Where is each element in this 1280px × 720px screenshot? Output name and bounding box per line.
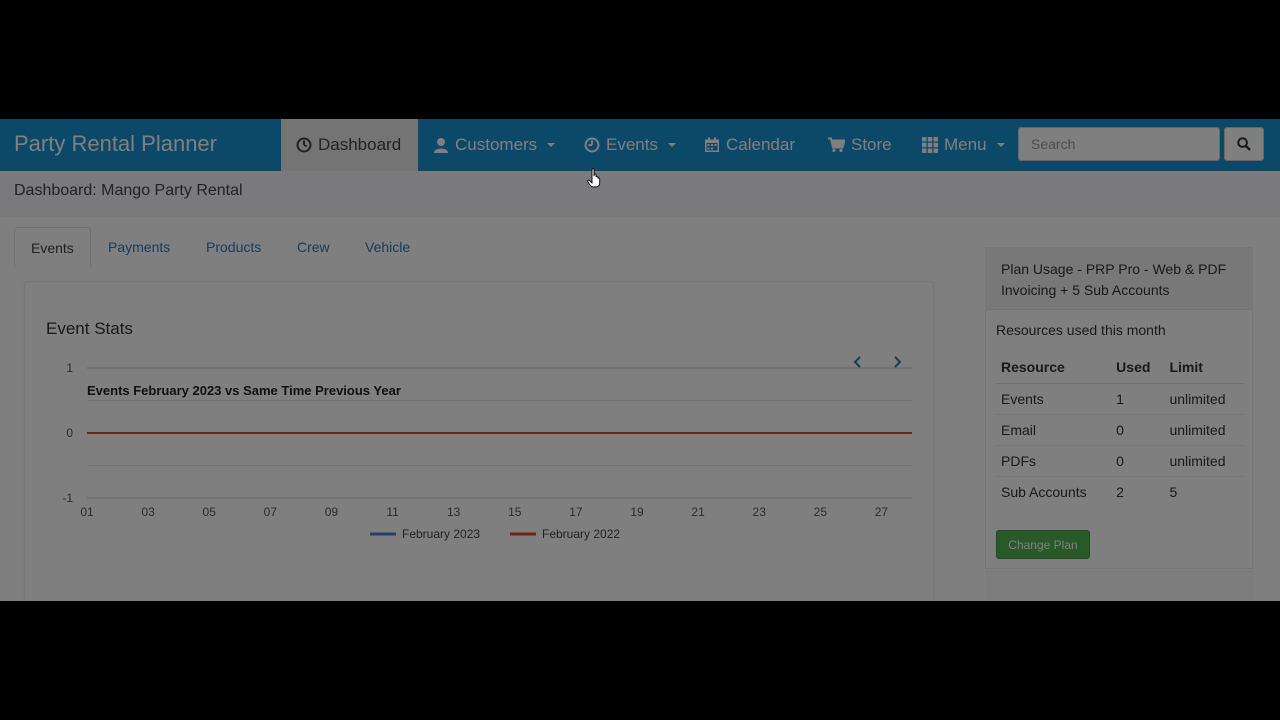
x-tick-label: 21 [691, 505, 705, 519]
resource-cell: PDFs [996, 444, 1112, 476]
dashboard-icon [296, 137, 312, 153]
hand-cursor-icon [587, 168, 601, 188]
x-tick-label: 01 [80, 505, 94, 519]
used-cell: 2 [1111, 475, 1165, 507]
used-cell: 1 [1111, 382, 1165, 414]
brand-logo-text[interactable]: Party Rental Planner [14, 131, 217, 157]
limit-cell: 5 [1164, 475, 1244, 507]
page-title: Dashboard: Mango Party Rental [14, 182, 243, 199]
cart-icon [828, 137, 845, 153]
usage-table: Resource Used Limit Events 1 unlimited E… [996, 352, 1244, 507]
resource-cell: Email [996, 413, 1112, 445]
nav-dashboard[interactable]: Dashboard [281, 119, 418, 171]
next-panel-edge [985, 571, 1253, 601]
plan-usage-panel: Plan Usage - PRP Pro - Web & PDF Invoici… [985, 247, 1253, 569]
top-navbar: Party Rental Planner Dashboard Customers… [0, 119, 1280, 171]
nav-customers[interactable]: Customers [433, 119, 556, 171]
x-tick-label: 03 [141, 505, 155, 519]
y-tick-label: 1 [66, 361, 73, 375]
table-row: Email 0 unlimited [996, 413, 1244, 445]
x-tick-label: 17 [569, 505, 583, 519]
nav-store[interactable]: Store [828, 119, 892, 171]
nav-calendar[interactable]: Calendar [704, 119, 795, 171]
usage-table-header-row: Resource Used Limit [996, 352, 1244, 384]
nav-store-label: Store [851, 135, 892, 154]
x-tick-label: 25 [814, 505, 828, 519]
limit-cell: unlimited [1164, 413, 1244, 445]
x-tick-label: 23 [753, 505, 767, 519]
event-stats-panel: Event Stats Events February 2023 vs Same… [24, 281, 934, 601]
tab-payments[interactable]: Payments [92, 227, 186, 267]
x-tick-label: 11 [386, 505, 399, 519]
tab-products[interactable]: Products [190, 227, 277, 267]
column-header: Limit [1164, 352, 1244, 384]
search-button[interactable] [1224, 127, 1264, 161]
search-icon [1237, 137, 1251, 151]
resource-cell: Sub Accounts [996, 475, 1112, 507]
nav-customers-label: Customers [455, 135, 538, 154]
x-tick-label: 05 [203, 505, 217, 519]
legend-label: February 2022 [542, 527, 620, 541]
table-row: Sub Accounts 2 5 [996, 475, 1244, 507]
nav-events[interactable]: Events [584, 119, 676, 171]
limit-cell: unlimited [1164, 382, 1244, 414]
tab-crew[interactable]: Crew [281, 227, 346, 267]
table-row: Events 1 unlimited [996, 382, 1244, 414]
x-tick-label: 09 [325, 505, 339, 519]
x-tick-label: 19 [630, 505, 644, 519]
caret-down-icon [667, 143, 676, 147]
resource-cell: Events [996, 382, 1112, 414]
user-icon [434, 138, 448, 153]
nav-menu-label: Menu [944, 135, 987, 154]
limit-cell: unlimited [1164, 444, 1244, 476]
used-cell: 0 [1111, 444, 1165, 476]
table-row: PDFs 0 unlimited [996, 444, 1244, 476]
tab-vehicle[interactable]: Vehicle [349, 227, 426, 267]
used-cell: 0 [1111, 413, 1165, 445]
plan-usage-heading: Plan Usage - PRP Pro - Web & PDF Invoici… [986, 248, 1252, 310]
nav-events-label: Events [606, 135, 658, 154]
column-header: Resource [996, 352, 1112, 384]
nav-calendar-label: Calendar [726, 135, 795, 154]
calendar-icon [705, 137, 719, 152]
x-tick-label: 15 [508, 505, 522, 519]
nav-dashboard-label: Dashboard [318, 135, 402, 154]
chart-title: Events February 2023 vs Same Time Previo… [87, 383, 401, 398]
caret-down-icon [996, 143, 1005, 147]
search-input[interactable] [1018, 127, 1220, 161]
x-tick-label: 27 [875, 505, 889, 519]
nav-menu[interactable]: Menu [922, 119, 1005, 171]
change-plan-button[interactable]: Change Plan [996, 530, 1090, 559]
clock-icon [584, 137, 600, 153]
event-stats-chart: Events February 2023 vs Same Time Previo… [62, 361, 912, 541]
legend-label: February 2023 [402, 527, 480, 541]
app-viewport: Party Rental Planner Dashboard Customers… [0, 119, 1280, 601]
page-header: Dashboard: Mango Party Rental [0, 171, 1280, 217]
y-tick-label: -1 [62, 491, 73, 505]
grid-icon [922, 137, 938, 153]
plan-usage-subtitle: Resources used this month [996, 322, 1166, 338]
column-header: Used [1111, 352, 1165, 384]
x-tick-label: 07 [264, 505, 278, 519]
caret-down-icon [547, 143, 556, 147]
x-tick-label: 13 [447, 505, 461, 519]
y-tick-label: 0 [66, 426, 73, 440]
tab-events[interactable]: Events [14, 227, 91, 267]
